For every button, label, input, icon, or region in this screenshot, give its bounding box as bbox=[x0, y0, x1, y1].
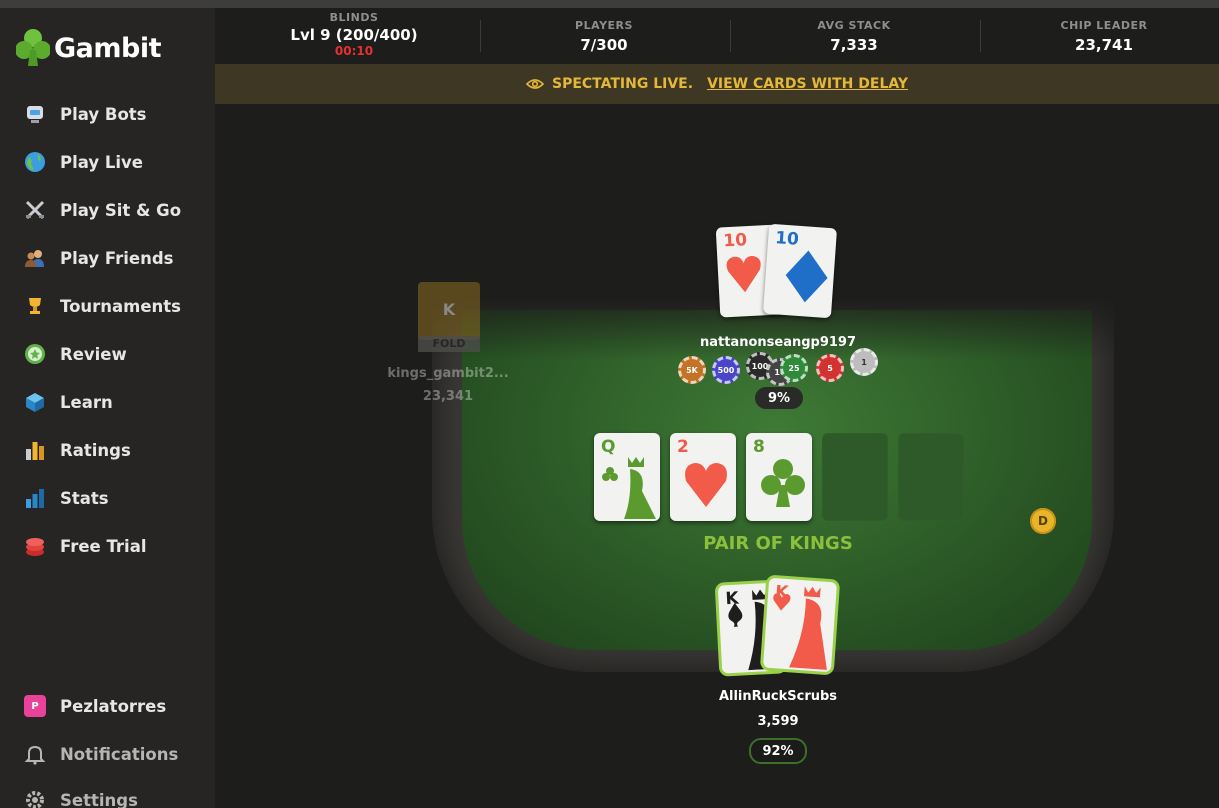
tournament-stats-header: BLINDS Lvl 9 (200/400) 00:10 PLAYERS 7/3… bbox=[215, 8, 1219, 64]
hand-rank-label: PAIR OF KINGS bbox=[703, 533, 853, 554]
stat-chip-leader: CHIP LEADER 23,741 bbox=[979, 8, 1219, 64]
sidebar-item-label: Play Sit & Go bbox=[60, 200, 182, 220]
spectating-banner: SPECTATING LIVE. VIEW CARDS WITH DELAY bbox=[215, 64, 1219, 104]
sidebar-item-play-friends[interactable]: Play Friends bbox=[22, 242, 173, 274]
stat-players: PLAYERS 7/300 bbox=[479, 8, 729, 64]
card-rank: 2 bbox=[677, 437, 689, 457]
hero-card-2: K bbox=[762, 577, 838, 673]
avatar-letter: P bbox=[24, 695, 46, 717]
sidebar-item-ratings[interactable]: Ratings bbox=[22, 434, 131, 466]
community-card-2: 2 bbox=[670, 433, 736, 521]
stat-avg-stack: AVG STACK 7,333 bbox=[729, 8, 979, 64]
stat-value: 23,741 bbox=[1075, 36, 1133, 54]
crossed-swords-icon bbox=[22, 197, 48, 223]
stat-value: 7/300 bbox=[580, 36, 628, 54]
globe-icon bbox=[22, 149, 48, 175]
sidebar-item-label: Stats bbox=[60, 488, 109, 508]
star-badge-icon bbox=[22, 341, 48, 367]
stat-value: 7,333 bbox=[830, 36, 878, 54]
app-root: Gambit Play Bots Play Live Play Sit & Go… bbox=[0, 0, 1219, 808]
sidebar-item-label: Notifications bbox=[60, 744, 179, 764]
clubs-queen-icon bbox=[602, 457, 656, 519]
top-player-chip-stack: 5K 500 100 10 25 5 1 bbox=[676, 348, 886, 386]
heart-suit-icon bbox=[726, 255, 761, 293]
top-player-name: nattanonseangp9197 bbox=[699, 335, 857, 350]
club-logo-icon bbox=[16, 29, 50, 66]
sidebar: Gambit Play Bots Play Live Play Sit & Go… bbox=[0, 8, 215, 808]
stat-label: CHIP LEADER bbox=[1060, 19, 1148, 32]
bar-trophy-icon bbox=[22, 437, 48, 463]
bell-icon bbox=[22, 741, 48, 767]
clubs-suit-icon bbox=[761, 459, 805, 507]
bar-chart-icon bbox=[22, 485, 48, 511]
hero-stack: 3,599 bbox=[757, 714, 799, 729]
spectating-text: SPECTATING LIVE. bbox=[551, 76, 694, 92]
sidebar-item-label: Tournaments bbox=[60, 296, 182, 316]
stat-blinds: BLINDS Lvl 9 (200/400) 00:10 bbox=[229, 8, 479, 64]
card-rank: 10 bbox=[722, 230, 748, 252]
sidebar-item-play-live[interactable]: Play Live bbox=[22, 146, 143, 178]
user-name: Pezlatorres bbox=[60, 696, 167, 716]
stat-label: BLINDS bbox=[329, 11, 379, 24]
stat-value: Lvl 9 (200/400) bbox=[290, 26, 418, 44]
dealer-button: D bbox=[1030, 508, 1056, 534]
folded-player-name: kings_gambit2... bbox=[387, 366, 509, 381]
diamond-suit-icon bbox=[785, 250, 828, 303]
brand-logo[interactable]: Gambit bbox=[16, 28, 162, 68]
heart-suit-icon bbox=[685, 463, 727, 507]
community-card-slot-turn bbox=[822, 433, 888, 521]
cube-icon bbox=[22, 389, 48, 415]
sidebar-item-tournaments[interactable]: Tournaments bbox=[22, 290, 181, 322]
chip-5k: 5K bbox=[678, 356, 706, 384]
community-card-3: 8 bbox=[746, 433, 812, 521]
window-top-strip bbox=[0, 0, 1219, 8]
sidebar-item-review[interactable]: Review bbox=[22, 338, 127, 370]
sidebar-user-profile[interactable]: P Pezlatorres bbox=[22, 690, 166, 722]
chip-stack-icon bbox=[22, 533, 48, 559]
card-rank: 8 bbox=[753, 437, 765, 457]
chip-500: 500 bbox=[712, 356, 740, 384]
sidebar-item-label: Play Live bbox=[60, 152, 143, 172]
chip-25: 25 bbox=[780, 354, 808, 382]
sidebar-item-label: Play Friends bbox=[60, 248, 174, 268]
sidebar-item-play-bots[interactable]: Play Bots bbox=[22, 98, 147, 130]
community-card-1: Q bbox=[594, 433, 660, 521]
eye-icon bbox=[525, 79, 544, 89]
sidebar-item-label: Ratings bbox=[60, 440, 131, 460]
hearts-king-icon bbox=[773, 586, 827, 670]
sidebar-item-settings[interactable]: Settings bbox=[22, 784, 138, 808]
robot-icon bbox=[22, 101, 48, 127]
view-cards-delay-link[interactable]: VIEW CARDS WITH DELAY bbox=[707, 76, 908, 92]
sidebar-item-free-trial[interactable]: Free Trial bbox=[22, 530, 147, 562]
folded-player-card: K bbox=[418, 282, 480, 340]
card-rank: K bbox=[442, 300, 456, 319]
sidebar-item-notifications[interactable]: Notifications bbox=[22, 738, 178, 770]
stat-label: PLAYERS bbox=[575, 19, 633, 32]
brand-name: Gambit bbox=[54, 32, 162, 64]
trophy-icon bbox=[22, 293, 48, 319]
stat-label: AVG STACK bbox=[817, 19, 891, 32]
community-card-slot-river bbox=[898, 433, 964, 521]
chip-5: 5 bbox=[816, 354, 844, 382]
sidebar-item-play-sit-go[interactable]: Play Sit & Go bbox=[22, 194, 181, 226]
folded-player-stack: 23,341 bbox=[422, 389, 474, 404]
hero-equity: 92% bbox=[749, 738, 807, 764]
sidebar-item-label: Settings bbox=[60, 790, 138, 808]
sidebar-item-label: Review bbox=[60, 344, 127, 364]
fold-status-tag: FOLD bbox=[418, 336, 480, 352]
sidebar-item-label: Free Trial bbox=[60, 536, 147, 556]
hero-name: AllinRuckScrubs bbox=[718, 689, 838, 704]
top-player-equity: 9% bbox=[755, 387, 803, 409]
sidebar-item-label: Learn bbox=[60, 392, 113, 412]
sidebar-item-learn[interactable]: Learn bbox=[22, 386, 113, 418]
friends-icon bbox=[22, 245, 48, 271]
card-rank: Q bbox=[601, 437, 616, 457]
sidebar-item-label: Play Bots bbox=[60, 104, 147, 124]
avatar: P bbox=[22, 693, 48, 719]
top-player-card-2: 10 bbox=[762, 223, 838, 319]
blinds-timer: 00:10 bbox=[334, 44, 374, 58]
chip-1: 1 bbox=[850, 348, 878, 376]
sidebar-item-stats[interactable]: Stats bbox=[22, 482, 109, 514]
gear-icon bbox=[22, 787, 48, 808]
